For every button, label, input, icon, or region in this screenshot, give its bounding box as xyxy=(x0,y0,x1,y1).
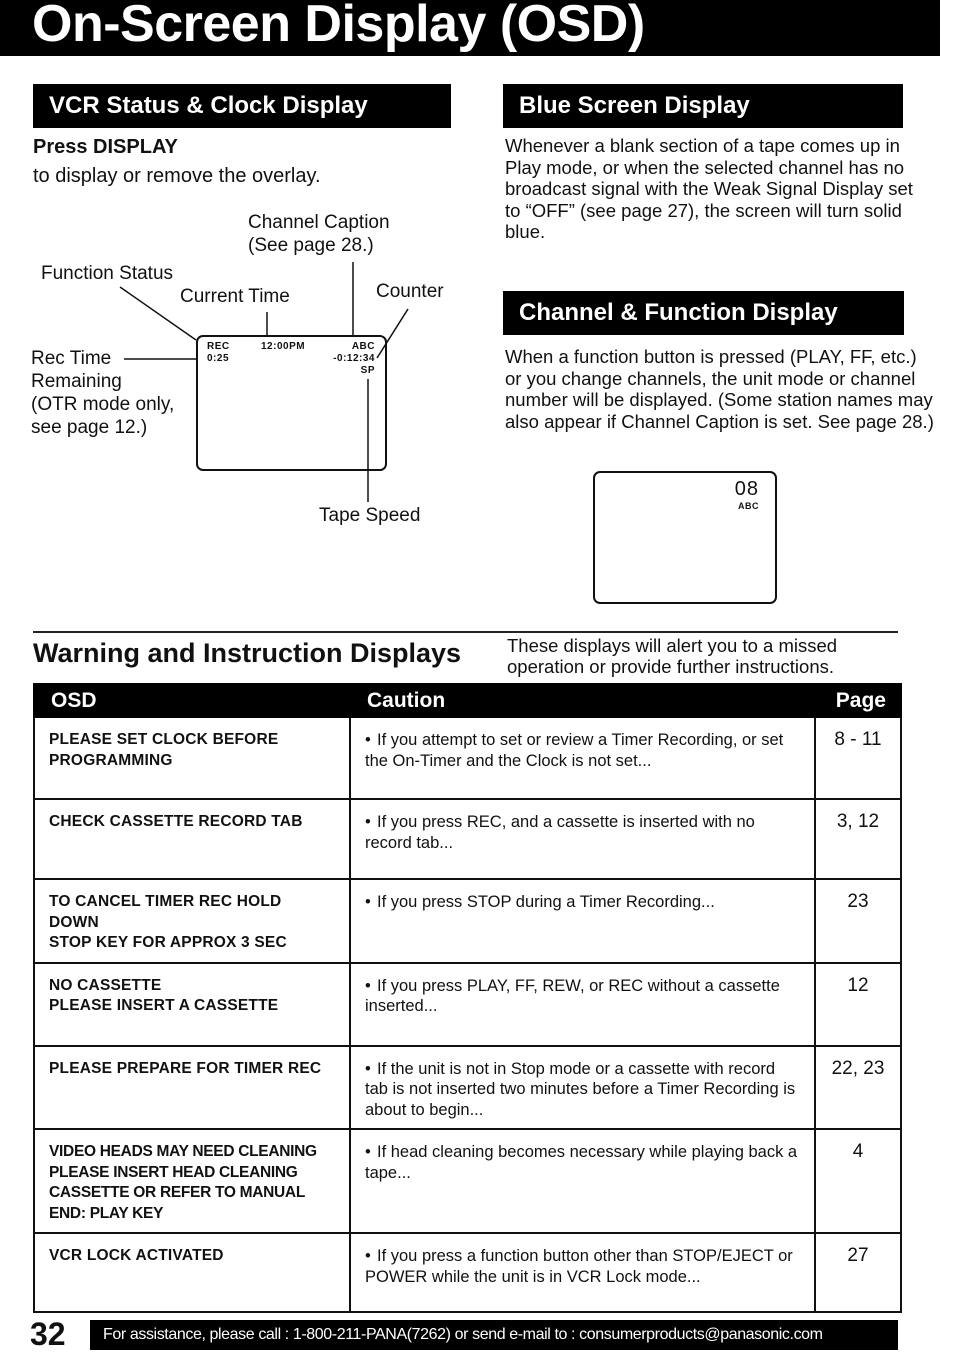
osd-message: PLEASE PREPARE FOR TIMER REC xyxy=(33,1044,351,1130)
table-header-row: OSD Caution Page xyxy=(33,683,902,718)
osd-counter: -0:12:34 xyxy=(333,353,375,364)
column-header-osd: OSD xyxy=(33,683,351,718)
osd-tape-speed: SP xyxy=(360,365,375,376)
caution-text: • If you attempt to set or review a Timer… xyxy=(349,716,816,800)
caution-text-body: If you press a function button other tha… xyxy=(365,1247,793,1286)
osd-channel-caption: ABC xyxy=(738,501,759,511)
osd-message: NO CASSETTE PLEASE INSERT A CASSETTE xyxy=(33,961,351,1047)
rec-time-label-line3: (OTR mode only, xyxy=(31,394,175,415)
page-ref: 8 - 11 xyxy=(814,716,902,800)
page-ref: 23 xyxy=(814,878,902,964)
osd-current-time: 12:00PM xyxy=(261,341,306,352)
caution-text-body: If you press PLAY, FF, REW, or REC witho… xyxy=(365,976,780,1016)
warning-section-description: These displays will alert you to a misse… xyxy=(507,635,838,677)
rec-time-label-line4: see page 12.) xyxy=(31,417,148,438)
caution-text-body: If the unit is not in Stop mode or a cas… xyxy=(365,1059,796,1119)
table-row: TO CANCEL TIMER REC HOLD DOWN STOP KEY F… xyxy=(33,878,902,964)
caution-text-body: If you attempt to set or review a Timer … xyxy=(365,731,784,770)
column-header-caution: Caution xyxy=(349,683,816,718)
bullet: • xyxy=(365,1143,371,1161)
bullet: • xyxy=(365,1247,371,1265)
table-row: PLEASE SET CLOCK BEFORE PROGRAMMING • If … xyxy=(33,716,902,800)
caution-text: • If you press REC, and a cassette is ins… xyxy=(349,798,816,880)
bullet: • xyxy=(365,731,371,749)
channel-function-description: When a function button is pressed (PLAY,… xyxy=(505,346,934,432)
page-ref: 12 xyxy=(814,961,902,1047)
osd-channel-caption: ABC xyxy=(351,341,375,352)
page-ref: 27 xyxy=(814,1232,902,1313)
table-row: CHECK CASSETTE RECORD TAB • If you press … xyxy=(33,798,902,880)
section-divider xyxy=(33,631,898,633)
counter-label: Counter xyxy=(376,281,444,302)
rec-time-label: Rec Time xyxy=(31,348,112,369)
page-number: 32 xyxy=(30,1316,66,1352)
press-display-instruction: Press DISPLAY xyxy=(33,136,178,158)
press-display-subtext: to display or remove the overlay. xyxy=(33,165,321,187)
osd-message: CHECK CASSETTE RECORD TAB xyxy=(33,798,351,880)
page-ref: 22, 23 xyxy=(814,1044,902,1130)
osd-message: VCR LOCK ACTIVATED xyxy=(33,1232,351,1313)
caution-text: • If you press a function button other th… xyxy=(349,1232,816,1313)
bullet: • xyxy=(365,813,371,831)
bullet: • xyxy=(365,976,371,995)
caution-text-body: If head cleaning becomes necessary while… xyxy=(365,1143,798,1182)
channel-caption-ref: (See page 28.) xyxy=(248,235,374,256)
channel-function-heading: Channel & Function Display xyxy=(503,291,904,335)
assistance-footer: For assistance, please call : 1-800-211-… xyxy=(90,1320,898,1350)
caution-text: • If the unit is not in Stop mode or a ca… xyxy=(349,1044,816,1130)
caution-text: • If head cleaning becomes necessary whil… xyxy=(349,1128,816,1234)
osd-message: PLEASE SET CLOCK BEFORE PROGRAMMING xyxy=(33,716,351,800)
bullet: • xyxy=(365,893,371,911)
osd-function-status: REC xyxy=(207,341,230,352)
caution-text: • If you press PLAY, FF, REW, or REC with… xyxy=(349,961,816,1047)
table-row: VIDEO HEADS MAY NEED CLEANING PLEASE INS… xyxy=(33,1128,902,1234)
function-status-label: Function Status xyxy=(41,263,174,284)
warning-table: OSD Caution Page PLEASE SET CLOCK BEFORE… xyxy=(33,683,902,1313)
table-row: NO CASSETTE PLEASE INSERT A CASSETTE • If… xyxy=(33,961,902,1047)
blue-screen-heading: Blue Screen Display xyxy=(503,84,903,128)
table-row: PLEASE PREPARE FOR TIMER REC • If the uni… xyxy=(33,1044,902,1130)
channel-caption-label: Channel Caption xyxy=(248,212,390,233)
page-ref: 4 xyxy=(814,1128,902,1234)
bullet: • xyxy=(365,1059,371,1078)
blue-screen-description: Whenever a blank section of a tape comes… xyxy=(505,135,913,242)
vcr-status-screen: REC 12:00PM ABC 0:25 -0:12:34 SP xyxy=(196,335,387,471)
warning-section-title: Warning and Instruction Displays xyxy=(33,638,462,668)
current-time-label: Current Time xyxy=(180,286,290,307)
title-bar: On-Screen Display (OSD) xyxy=(0,0,940,56)
caution-text: • If you press STOP during a Timer Record… xyxy=(349,878,816,964)
channel-display-screen: 08 ABC xyxy=(593,471,777,604)
osd-message: TO CANCEL TIMER REC HOLD DOWN STOP KEY F… xyxy=(33,878,351,964)
caution-text-body: If you press STOP during a Timer Recordi… xyxy=(377,893,715,911)
page-ref: 3, 12 xyxy=(814,798,902,880)
column-header-page: Page xyxy=(814,683,902,718)
osd-channel-number: 08 xyxy=(734,478,759,500)
tape-speed-label: Tape Speed xyxy=(319,505,421,526)
osd-message: VIDEO HEADS MAY NEED CLEANING PLEASE INS… xyxy=(33,1128,351,1234)
osd-rec-time-remaining: 0:25 xyxy=(207,353,230,364)
vcr-status-heading: VCR Status & Clock Display xyxy=(33,84,451,128)
page-title: On-Screen Display (OSD) xyxy=(32,0,645,53)
table-row: VCR LOCK ACTIVATED • If you press a funct… xyxy=(33,1232,902,1313)
caution-text-body: If you press REC, and a cassette is inse… xyxy=(365,813,755,852)
rec-time-label-line2: Remaining xyxy=(31,371,122,392)
